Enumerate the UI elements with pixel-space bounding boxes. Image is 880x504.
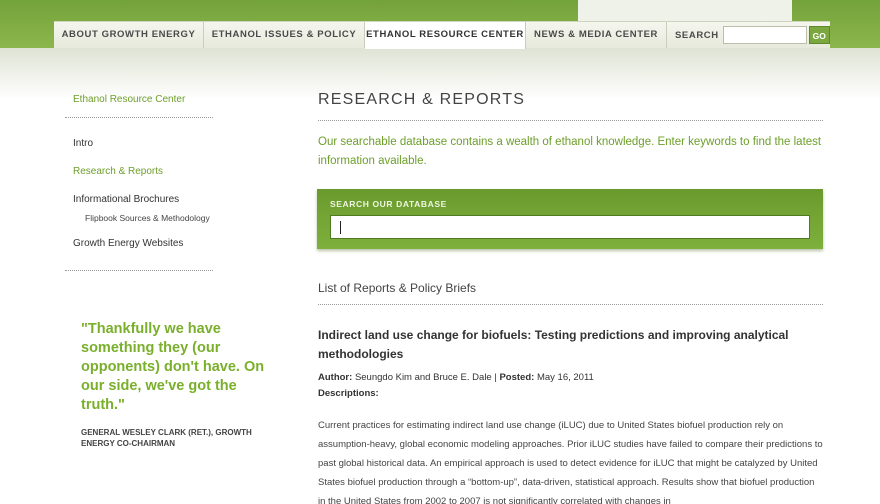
page-title: RESEARCH & REPORTS — [318, 88, 823, 121]
posted-date: May 16, 2011 — [536, 372, 594, 383]
go-button[interactable]: GO — [808, 26, 830, 44]
author-value: Seungdo Kim and Bruce E. Dale — [354, 372, 492, 383]
sidebar-item-research-reports[interactable]: Research & Reports — [65, 158, 213, 186]
sidebar-header[interactable]: Ethanol Resource Center — [65, 90, 213, 118]
descriptions-label: Descriptions: — [318, 388, 379, 399]
report-description: Current practices for estimating indirec… — [318, 420, 823, 504]
quote-block: "Thankfully we have something they (our … — [81, 320, 271, 449]
sidebar-item-intro[interactable]: Intro — [65, 130, 213, 158]
report-meta: Author: Seungdo Kim and Bruce E. Dale | … — [318, 372, 823, 383]
nav-tab-news-media-center[interactable]: NEWS & MEDIA CENTER — [526, 22, 667, 48]
report-title-link[interactable]: Indirect land use change for biofuels: T… — [318, 326, 823, 364]
header-search-label: SEARCH — [675, 29, 719, 41]
header-search-input[interactable] — [722, 26, 807, 44]
nav-tab-about-growth-energy[interactable]: ABOUT GROWTH ENERGY — [54, 22, 204, 48]
database-search-label: SEARCH OUR DATABASE — [330, 199, 447, 209]
sidebar-item-growth-energy-websites[interactable]: Growth Energy Websites — [65, 230, 213, 258]
intro-text: Our searchable database contains a wealt… — [318, 136, 822, 167]
list-heading: List of Reports & Policy Briefs — [318, 281, 823, 305]
header-notch — [578, 0, 792, 21]
main-navigation: ABOUT GROWTH ENERGY ETHANOL ISSUES & POL… — [54, 21, 830, 49]
sidebar: Ethanol Resource Center Intro Research &… — [65, 90, 213, 271]
header-search: SEARCH GO — [667, 22, 830, 48]
database-search-panel: SEARCH OUR DATABASE — [317, 189, 823, 249]
author-label: Author: — [318, 372, 353, 383]
sidebar-menu: Intro Research & Reports Informational B… — [65, 118, 213, 271]
text-caret — [340, 221, 341, 234]
database-search-input[interactable] — [330, 215, 810, 239]
quote-text: "Thankfully we have something they (our … — [81, 321, 265, 413]
quote-attribution: GENERAL WESLEY CLARK (RET.), GROWTH ENER… — [81, 428, 252, 448]
sidebar-subitem-flipbook-sources[interactable]: Flipbook Sources & Methodology — [65, 209, 213, 228]
nav-tab-ethanol-resource-center[interactable]: ETHANOL RESOURCE CENTER — [365, 22, 526, 49]
nav-tab-ethanol-issues-policy[interactable]: ETHANOL ISSUES & POLICY — [204, 22, 365, 48]
main-content: RESEARCH & REPORTS Our searchable databa… — [317, 88, 823, 504]
posted-label: Posted: — [499, 372, 535, 383]
